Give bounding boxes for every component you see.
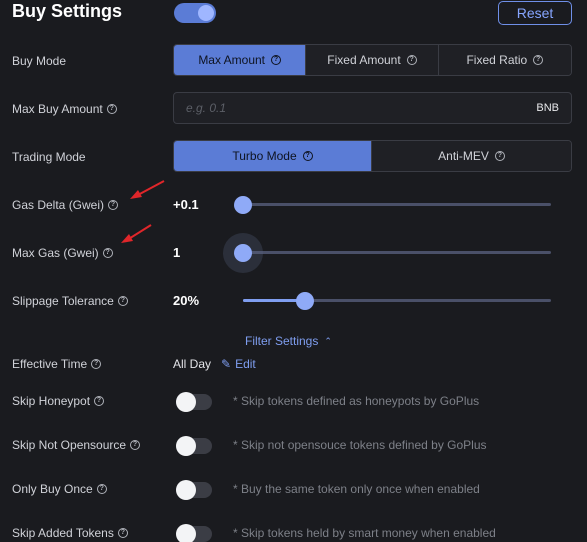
help-icon[interactable]: ? bbox=[106, 104, 117, 114]
trading-mode-option-turbo[interactable]: Turbo Mode? bbox=[174, 141, 372, 171]
slider-thumb[interactable] bbox=[234, 244, 252, 262]
only-buy-once-label: Only Buy Once? bbox=[12, 482, 107, 496]
gas-delta-label: Gas Delta (Gwei)? bbox=[12, 198, 119, 212]
filter-settings-toggle[interactable]: Filter Settings ⌃ bbox=[245, 334, 332, 348]
slider-thumb[interactable] bbox=[295, 292, 314, 310]
slider-track bbox=[243, 203, 551, 206]
help-icon[interactable]: ? bbox=[130, 440, 141, 450]
effective-time-value: All Day bbox=[173, 357, 212, 371]
trading-mode-label: Trading Mode bbox=[12, 150, 86, 164]
only-buy-once-hint: * Buy the same token only once when enab… bbox=[233, 482, 480, 496]
toggle-knob bbox=[176, 392, 196, 412]
max-buy-amount-input[interactable] bbox=[186, 93, 506, 123]
help-icon[interactable]: ? bbox=[94, 396, 105, 406]
toggle-knob bbox=[176, 436, 196, 456]
edit-effective-time-link[interactable]: ✎ Edit bbox=[221, 357, 256, 371]
slider-track bbox=[243, 251, 551, 254]
toggle-knob bbox=[176, 524, 196, 542]
toggle-knob bbox=[198, 5, 214, 21]
skip-not-opensource-hint: * Skip not opensouce tokens defined by G… bbox=[233, 438, 487, 452]
buy-mode-option-max-amount[interactable]: Max Amount? bbox=[174, 45, 307, 75]
help-icon[interactable]: ? bbox=[117, 528, 128, 538]
help-icon[interactable]: ? bbox=[117, 296, 128, 306]
max-buy-amount-label: Max Buy Amount? bbox=[12, 102, 117, 116]
buy-settings-master-toggle[interactable] bbox=[174, 3, 216, 23]
skip-added-tokens-label: Skip Added Tokens? bbox=[12, 526, 128, 540]
effective-time-label: Effective Time? bbox=[12, 357, 102, 371]
skip-not-opensource-label: Skip Not Opensource? bbox=[12, 438, 141, 452]
slippage-slider[interactable] bbox=[243, 291, 551, 311]
buy-mode-option-fixed-ratio[interactable]: Fixed Ratio? bbox=[438, 45, 571, 75]
red-arrow-max-gas bbox=[121, 224, 152, 243]
slippage-tolerance-label: Slippage Tolerance? bbox=[12, 294, 128, 308]
pencil-icon: ✎ bbox=[221, 357, 232, 371]
trading-mode-option-anti-mev[interactable]: Anti-MEV? bbox=[372, 141, 571, 171]
skip-honeypot-hint: * Skip tokens defined as honeypots by Go… bbox=[233, 394, 480, 408]
gas-delta-slider[interactable] bbox=[234, 195, 551, 215]
max-buy-amount-field: BNB bbox=[173, 92, 572, 124]
only-buy-once-toggle[interactable] bbox=[176, 480, 212, 500]
skip-honeypot-toggle[interactable] bbox=[176, 392, 212, 412]
chevron-up-icon: ⌃ bbox=[324, 335, 332, 346]
bnb-unit-label: BNB bbox=[536, 102, 559, 114]
max-gas-value: 1 bbox=[173, 245, 181, 260]
toggle-knob bbox=[176, 480, 196, 500]
max-gas-label: Max Gas (Gwei)? bbox=[12, 246, 113, 260]
help-icon[interactable]: ? bbox=[96, 484, 107, 494]
help-icon[interactable]: ? bbox=[494, 151, 505, 161]
buy-mode-option-fixed-amount[interactable]: Fixed Amount? bbox=[306, 45, 439, 75]
buy-mode-segmented: Max Amount? Fixed Amount? Fixed Ratio? bbox=[173, 44, 572, 76]
help-icon[interactable]: ? bbox=[406, 55, 417, 65]
annotation-arrows bbox=[121, 180, 165, 243]
skip-added-tokens-hint: * Skip tokens held by smart money when e… bbox=[233, 526, 496, 540]
reset-button[interactable]: Reset bbox=[498, 1, 572, 25]
slippage-value: 20% bbox=[173, 293, 200, 308]
skip-not-opensource-toggle[interactable] bbox=[176, 436, 212, 456]
help-icon[interactable]: ? bbox=[108, 200, 119, 210]
help-icon[interactable]: ? bbox=[271, 55, 282, 65]
help-icon[interactable]: ? bbox=[91, 359, 102, 369]
trading-mode-segmented: Turbo Mode? Anti-MEV? bbox=[173, 140, 572, 172]
help-icon[interactable]: ? bbox=[302, 151, 313, 161]
gas-delta-value: +0.1 bbox=[173, 197, 199, 212]
slider-thumb[interactable] bbox=[234, 196, 252, 214]
page-title: Buy Settings bbox=[12, 1, 123, 21]
skip-honeypot-label: Skip Honeypot? bbox=[12, 394, 105, 408]
help-icon[interactable]: ? bbox=[533, 55, 544, 65]
red-arrow-gas-delta bbox=[130, 180, 165, 199]
help-icon[interactable]: ? bbox=[102, 248, 113, 258]
max-gas-slider[interactable] bbox=[223, 233, 551, 273]
skip-added-tokens-toggle[interactable] bbox=[176, 524, 212, 542]
buy-mode-label: Buy Mode bbox=[12, 54, 67, 68]
